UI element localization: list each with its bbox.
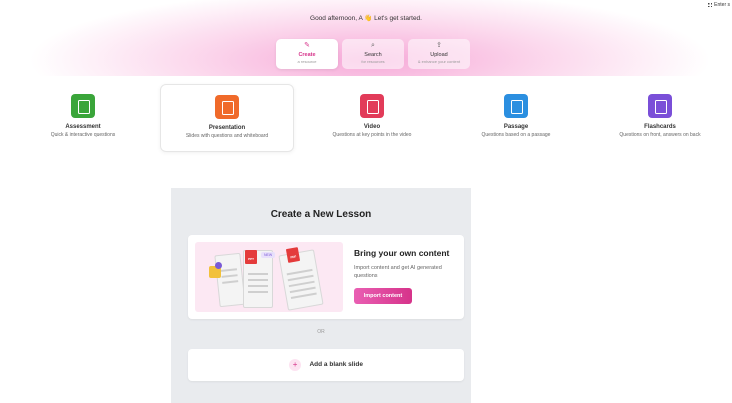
resource-type-presentation[interactable]: Presentation Slides with questions and w… [160,84,294,152]
pencil-icon: ✎ [304,42,310,49]
tab-create[interactable]: ✎ Create a resource [276,39,338,69]
import-content-card: PPT NEW PDF Bring your own content Impor… [188,235,464,319]
document-badge-dot [215,262,222,269]
shortcut-label: Enter s [714,2,730,8]
plus-icon: + [289,359,302,371]
passage-icon [504,94,528,118]
resource-type-name: Flashcards [644,124,676,130]
tab-sublabel: a resource [297,59,317,64]
presentation-icon [215,95,239,119]
upload-icon: ⇪ [436,42,442,49]
tab-label: Search [364,52,382,58]
import-illustration: PPT NEW PDF [195,242,343,312]
create-lesson-panel: Create a New Lesson PPT NEW PDF Bring yo… [171,188,471,403]
assessment-icon [71,94,95,118]
resource-type-name: Assessment [65,124,101,130]
resource-type-passage[interactable]: Passage Questions based on a passage [449,84,583,152]
resource-type-video[interactable]: Video Questions at key points in the vid… [305,84,439,152]
resource-type-name: Passage [503,124,529,130]
add-blank-slide-label: Add a blank slide [309,361,363,368]
resource-type-desc: Quick & interactive questions [50,132,116,138]
import-card-desc: Import content and get AI generated ques… [354,265,442,279]
lesson-title: Create a New Lesson [270,209,372,220]
flashcards-icon [648,94,672,118]
document-illustration [214,252,246,308]
new-tag: NEW [261,252,276,258]
resource-type-desc: Questions based on a passage [481,132,551,138]
tab-sublabel: for resources [361,59,385,64]
top-right-shortcut[interactable]: Enter s [708,2,730,8]
search-icon: ⌕ [371,42,375,49]
greeting-text: Good afternoon, A 👋 Let's get started. [310,15,422,22]
resource-type-list: Assessment Quick & interactive questions… [0,84,732,152]
tab-upload[interactable]: ⇪ Upload & enhance your content [408,39,470,69]
tab-search[interactable]: ⌕ Search for resources [342,39,404,69]
resource-type-assessment[interactable]: Assessment Quick & interactive questions [16,84,150,152]
resource-type-desc: Slides with questions and whiteboard [185,133,269,139]
video-icon [360,94,384,118]
add-blank-slide-button[interactable]: + Add a blank slide [188,349,464,381]
or-divider: OR [317,329,325,335]
page: Enter s Good afternoon, A 👋 Let's get st… [0,0,732,403]
import-content-button[interactable]: Import content [354,288,412,304]
tab-label: Upload [430,52,448,58]
document-illustration [278,249,324,311]
resource-type-flashcards[interactable]: Flashcards Questions on front, answers o… [593,84,727,152]
mode-tabs: ✎ Create a resource ⌕ Search for resourc… [276,39,470,69]
grid-icon [708,3,713,7]
tab-label: Create [298,52,316,58]
resource-type-name: Presentation [208,125,246,131]
ppt-badge: PPT [245,250,257,264]
pdf-badge: PDF [285,247,301,263]
resource-type-desc: Questions on front, answers on back [619,132,701,138]
resource-type-desc: Questions at key points in the video [332,132,412,138]
tab-sublabel: & enhance your content [417,59,461,64]
import-card-title: Bring your own content [354,248,450,258]
resource-type-name: Video [363,124,381,130]
